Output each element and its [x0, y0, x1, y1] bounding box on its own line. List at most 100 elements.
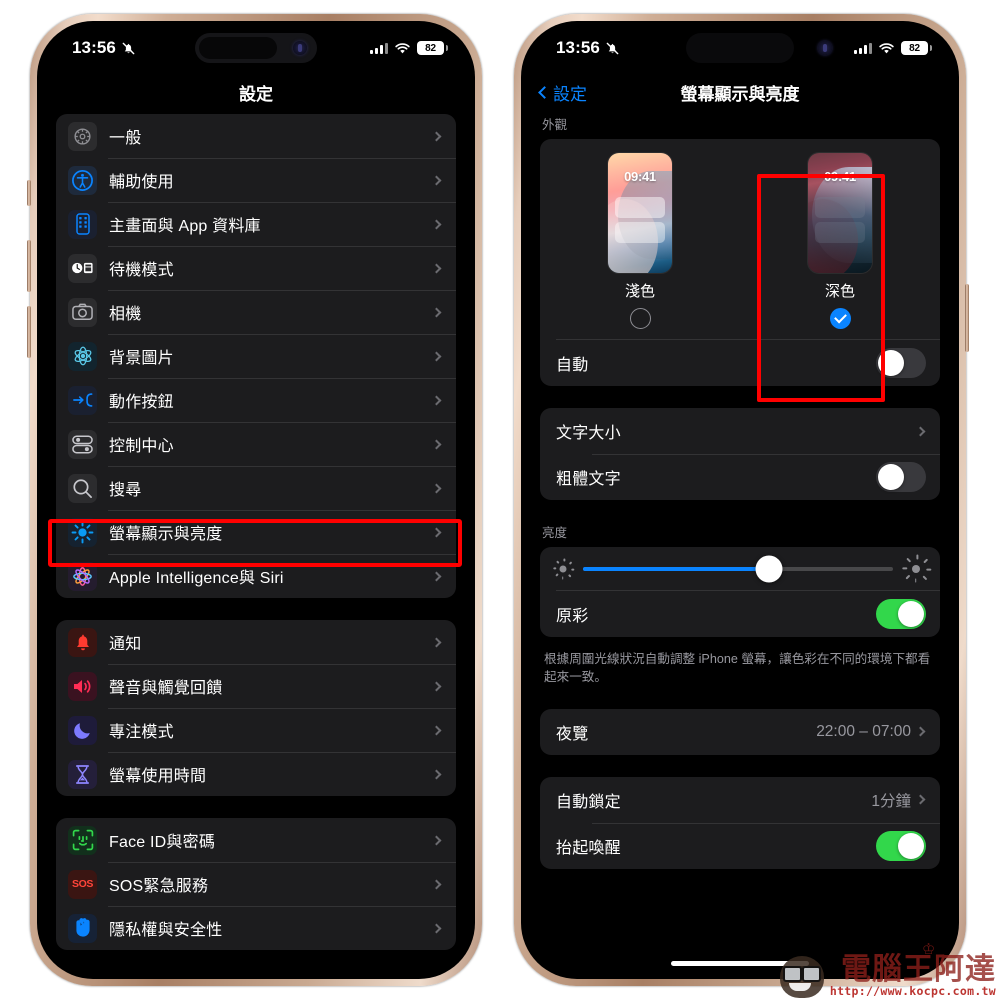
cellular-signal-icon: [854, 42, 872, 54]
chevron-right-icon: [431, 483, 442, 493]
wallpaper-icon: [68, 341, 97, 371]
settings-row[interactable]: 一般: [56, 114, 456, 158]
settings-row[interactable]: 螢幕顯示與亮度: [56, 510, 456, 554]
power-button[interactable]: [965, 284, 969, 352]
display-brightness-list[interactable]: 外觀 09:41 淺色 09:41 深色 自動 文字大小 粗體文字 亮度 原彩 …: [526, 114, 954, 974]
settings-row-label: 背景圖片: [109, 350, 174, 367]
brightness-slider-knob[interactable]: [755, 555, 783, 582]
settings-list[interactable]: 一般 輔助使用 主畫面與 App 資料庫 待機模式 相機 背景圖片 動作按鈕 控…: [42, 114, 470, 974]
appearance-light[interactable]: 09:41 淺色: [540, 153, 740, 329]
group-general: 一般 輔助使用 主畫面與 App 資料庫 待機模式 相機 背景圖片 動作按鈕 控…: [56, 114, 456, 598]
settings-row-label: 輔助使用: [109, 174, 174, 191]
brightness-low-icon: [552, 558, 574, 579]
settings-row[interactable]: 通知: [56, 620, 456, 664]
chevron-right-icon: [431, 395, 442, 405]
preview-clock: 09:41: [824, 169, 856, 184]
settings-row-label: 待機模式: [109, 262, 174, 279]
volume-up-button[interactable]: [27, 240, 31, 292]
settings-row-label: 隱私權與安全性: [109, 922, 223, 939]
true-tone-toggle[interactable]: [876, 599, 926, 629]
brightness-icon: [68, 517, 97, 547]
settings-row[interactable]: 搜尋: [56, 466, 456, 510]
left-phone-screen: 13:56 82 設定 一般 輔助使用 主畫面與 App 資料庫 待機模式 相機…: [42, 26, 470, 974]
auto-appearance-row[interactable]: 自動: [540, 340, 940, 386]
watermark-url: http://www.kocpc.com.tw: [829, 984, 996, 998]
settings-row-label: 一般: [109, 130, 142, 147]
clock-label: 13:56: [72, 38, 116, 57]
settings-row-label: 螢幕使用時間: [109, 768, 207, 785]
night-shift-label: 夜覽: [556, 725, 589, 743]
control-center-icon: [68, 429, 97, 459]
settings-row[interactable]: 動作按鈕: [56, 378, 456, 422]
settings-row-label: 聲音與觸覺回饋: [109, 680, 223, 697]
settings-row[interactable]: 背景圖片: [56, 334, 456, 378]
settings-row-label: 抬起喚醒: [556, 839, 621, 857]
true-tone-label: 原彩: [556, 608, 589, 625]
settings-row-label: Apple Intelligence與 Siri: [109, 570, 284, 587]
settings-row[interactable]: 自動鎖定 1分鐘: [540, 777, 940, 823]
settings-row[interactable]: 專注模式: [56, 708, 456, 752]
appearance-dark[interactable]: 09:41 深色: [740, 153, 940, 329]
raise-to-wake-toggle[interactable]: [876, 830, 926, 861]
night-shift-row[interactable]: 夜覽 22:00 – 07:00: [540, 709, 940, 755]
action-button-icon: [68, 385, 97, 415]
silent-switch[interactable]: [27, 180, 31, 206]
back-label: 設定: [553, 84, 587, 104]
brightness-slider-track[interactable]: [583, 555, 893, 582]
bold-text-toggle[interactable]: [876, 462, 926, 492]
settings-row[interactable]: 控制中心: [56, 422, 456, 466]
status-bar-left: 13:56: [72, 38, 136, 58]
appearance-preview-thumbnail[interactable]: 09:41: [808, 153, 872, 273]
auto-appearance-toggle[interactable]: [876, 348, 926, 378]
right-phone-screen: 13:56 82 設定 螢幕顯示與亮度 外觀 09:41 淺色 09:41 深色…: [526, 26, 954, 974]
chevron-right-icon: [431, 879, 442, 889]
settings-row[interactable]: 文字大小: [540, 408, 940, 454]
watermark-text: 電腦王阿達: [841, 951, 996, 987]
settings-row[interactable]: 抬起喚醒: [540, 822, 940, 869]
status-bar: 13:56 82: [42, 26, 470, 70]
screenshot-stage: 13:56 82 設定 一般 輔助使用 主畫面與 App 資料庫 待機模式 相機…: [0, 0, 1000, 1000]
home-screen-icon: [68, 209, 97, 239]
appearance-radio[interactable]: [629, 308, 651, 329]
settings-row[interactable]: 相機: [56, 290, 456, 334]
page-title: 螢幕顯示與亮度: [680, 84, 800, 104]
settings-row[interactable]: 螢幕使用時間: [56, 752, 456, 796]
chevron-right-icon: [915, 794, 926, 805]
bell-icon: [68, 627, 97, 657]
appearance-option-label: 淺色: [624, 283, 655, 300]
cellular-signal-icon: [370, 42, 388, 54]
settings-row[interactable]: Face ID與密碼: [56, 818, 456, 862]
chevron-right-icon: [431, 351, 442, 361]
night-shift-group: 夜覽 22:00 – 07:00: [540, 708, 940, 755]
volume-down-button[interactable]: [27, 306, 31, 358]
settings-row[interactable]: 主畫面與 App 資料庫: [56, 202, 456, 246]
settings-row[interactable]: 粗體文字: [540, 454, 940, 500]
settings-row-label: 專注模式: [109, 724, 174, 741]
chevron-right-icon: [431, 307, 442, 317]
apple-intelligence-icon: [68, 561, 97, 591]
appearance-radio-selected[interactable]: [829, 308, 851, 329]
settings-row-label: 搜尋: [109, 482, 142, 499]
chevron-right-icon: [431, 681, 442, 691]
settings-row[interactable]: SOS SOS緊急服務: [56, 862, 456, 906]
settings-row[interactable]: 待機模式: [56, 246, 456, 290]
settings-row[interactable]: 隱私權與安全性: [56, 906, 456, 950]
settings-row[interactable]: 輔助使用: [56, 158, 456, 202]
privacy-hand-icon: [68, 913, 97, 943]
chevron-right-icon: [431, 527, 442, 537]
true-tone-row[interactable]: 原彩: [540, 591, 940, 637]
watermark: ♔ 電腦王阿達 http://www.kocpc.com.tw: [776, 941, 996, 998]
group-security: Face ID與密碼 SOS SOS緊急服務 隱私權與安全性: [56, 818, 456, 950]
page-title: 設定: [239, 84, 273, 104]
back-to-settings-button[interactable]: 設定: [538, 80, 587, 105]
chevron-right-icon: [431, 571, 442, 581]
settings-row[interactable]: 聲音與觸覺回饋: [56, 664, 456, 708]
dynamic-island: [686, 33, 832, 63]
auto-appearance-label: 自動: [556, 357, 589, 374]
settings-row[interactable]: Apple Intelligence與 Siri: [56, 554, 456, 598]
brightness-high-icon: [902, 554, 931, 583]
appearance-preview-thumbnail[interactable]: 09:41: [608, 153, 672, 273]
brightness-slider-row[interactable]: [540, 547, 940, 590]
settings-row-label: 主畫面與 App 資料庫: [109, 218, 261, 235]
appearance-options[interactable]: 09:41 淺色 09:41 深色: [540, 139, 940, 339]
